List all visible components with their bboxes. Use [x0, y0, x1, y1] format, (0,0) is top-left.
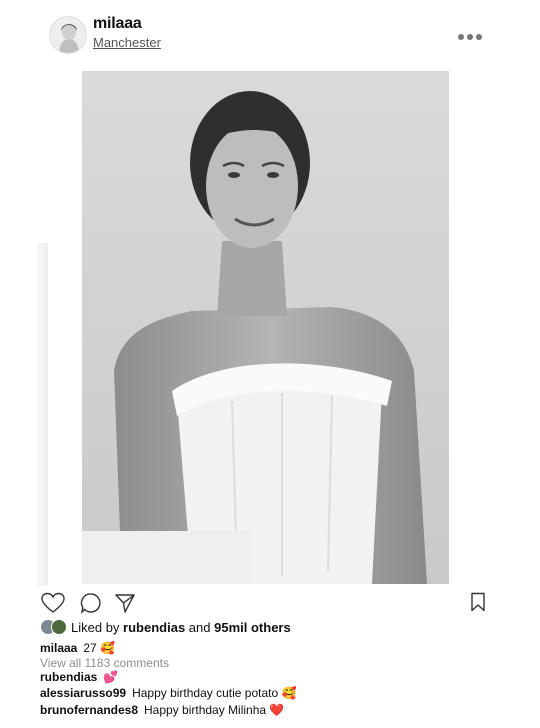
- likes-others[interactable]: 95mil others: [214, 620, 291, 635]
- post-caption: milaaa 27 🥰: [40, 641, 115, 655]
- avatar-image: [50, 17, 86, 53]
- comment-username[interactable]: alessiarusso99: [40, 686, 126, 700]
- post-actions: [0, 590, 540, 616]
- view-all-comments-link[interactable]: View all 1183 comments: [40, 656, 169, 670]
- liker-avatar: [51, 619, 67, 635]
- photo-illustration: [82, 71, 449, 584]
- comment-username[interactable]: brunofernandes8: [40, 703, 138, 717]
- avatar[interactable]: [49, 16, 87, 54]
- likes-summary[interactable]: Liked by rubendias and 95mil others: [40, 618, 291, 636]
- comment-icon[interactable]: [80, 592, 102, 614]
- comment-text: 💕: [103, 670, 119, 684]
- heart-icon[interactable]: [41, 592, 65, 614]
- comment-item: rubendias 💕: [40, 670, 118, 684]
- bookmark-icon[interactable]: [470, 592, 486, 612]
- more-options-icon[interactable]: [458, 31, 482, 43]
- likes-middle: and: [188, 619, 211, 635]
- caption-text: 27 🥰: [83, 641, 115, 655]
- caption-username[interactable]: milaaa: [40, 641, 77, 655]
- comment-text: Happy birthday Milinha ❤️: [144, 703, 285, 717]
- share-icon[interactable]: [114, 592, 136, 614]
- comment-item: brunofernandes8 Happy birthday Milinha ❤️: [40, 703, 284, 717]
- comment-username[interactable]: rubendias: [40, 670, 97, 684]
- comment-text: Happy birthday cutie potato 🥰: [132, 686, 297, 700]
- post-header: milaaa Manchester: [0, 0, 540, 70]
- likes-text: Liked by rubendias and 95mil others: [71, 620, 291, 635]
- comment-item: alessiarusso99 Happy birthday cutie potat…: [40, 686, 296, 700]
- post-username[interactable]: milaaa: [93, 15, 142, 33]
- likes-prefix: Liked by: [71, 619, 120, 635]
- background-strip: [37, 243, 48, 586]
- post-photo[interactable]: [82, 71, 449, 584]
- likes-user[interactable]: rubendias: [123, 620, 185, 635]
- post-location[interactable]: Manchester: [93, 35, 161, 50]
